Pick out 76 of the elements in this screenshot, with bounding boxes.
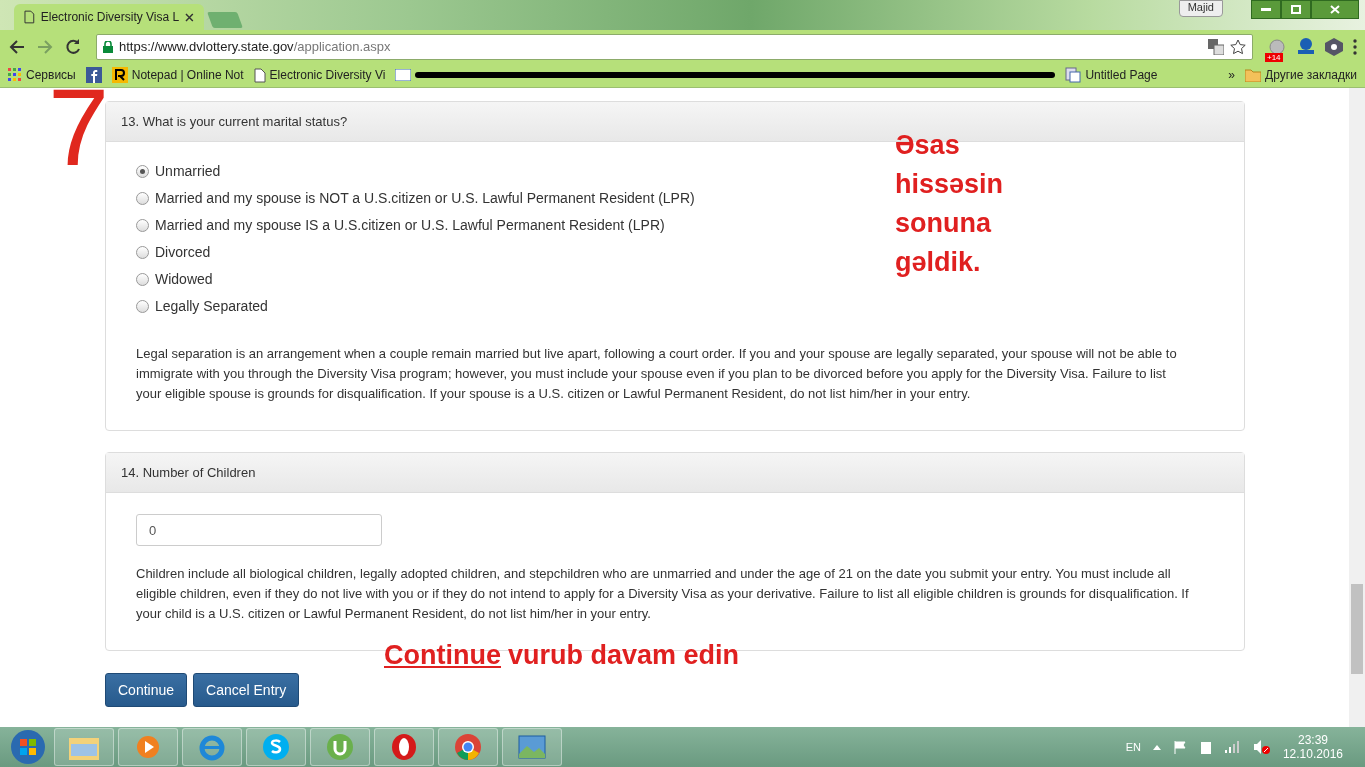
annotation-text: gəldik. — [895, 246, 982, 279]
taskbar-button[interactable] — [438, 728, 498, 766]
bookmark[interactable]: Untitled Page — [1065, 67, 1158, 83]
form-page-icon — [1065, 67, 1082, 83]
close-button[interactable] — [1311, 0, 1359, 19]
start-button[interactable] — [10, 729, 46, 765]
minimize-button[interactable] — [1251, 0, 1281, 19]
radio-button[interactable] — [136, 164, 149, 178]
media-player-icon — [135, 734, 161, 760]
menu-icon[interactable] — [1351, 37, 1359, 56]
opera-icon — [390, 733, 418, 761]
radio-button[interactable] — [136, 245, 149, 259]
folder-icon — [1245, 68, 1262, 82]
annotation-text: sonuna — [895, 207, 993, 240]
browser-tab[interactable]: Electronic Diversity Visa L — [14, 4, 204, 30]
globe-icon[interactable] — [1269, 38, 1285, 55]
option-label[interactable]: Married and my spouse IS a U.S.citizen or U.S. Lawful Permanent Resident (LPR) — [155, 217, 665, 233]
bookmark[interactable]: Notepad | Online Not — [111, 67, 244, 83]
help-text: Children include all biological children, legally adopted children, and stepchildren who are unmarried and under the age of 21 on the date you submit your entry. You must include all eligible children, even if they do not live with you or if they do not intend to apply for a Diversity Visa as your derivative. Failure to list all eligible children is grounds for disqualification. If your child is a U.S. citizen or Lawful Permanent Resident, do not list him/her in your entry. — [136, 565, 1190, 623]
taskbar-button[interactable] — [502, 728, 562, 766]
translate-icon[interactable] — [1208, 38, 1224, 55]
close-icon[interactable] — [185, 12, 194, 22]
torrent-icon — [326, 733, 354, 761]
option-label[interactable]: Widowed — [155, 271, 213, 287]
website-icon[interactable] — [395, 69, 412, 81]
scrollbar[interactable] — [1349, 88, 1365, 728]
minimize-icon — [1261, 7, 1271, 12]
taskbar-button[interactable] — [374, 728, 434, 766]
star-icon[interactable] — [1230, 38, 1246, 55]
question-title: 14. Number of Children — [106, 453, 1244, 493]
radio-button[interactable] — [136, 218, 149, 232]
signal-icon[interactable] — [1224, 741, 1241, 753]
lock-icon — [103, 40, 113, 53]
taskbar-button[interactable] — [310, 728, 370, 766]
maximize-icon — [1291, 5, 1301, 14]
radio-button[interactable] — [136, 272, 149, 286]
page-icon — [24, 10, 35, 24]
facebook-icon[interactable] — [85, 67, 102, 83]
clock-date: 12.10.2016 — [1282, 747, 1343, 761]
annotation-text: vurub davam edin — [508, 640, 740, 671]
taskbar-button[interactable] — [182, 728, 242, 766]
clock-time: 23:39 — [1297, 733, 1328, 747]
radio-button[interactable] — [136, 191, 149, 205]
photo-viewer-icon — [517, 734, 547, 760]
option-label[interactable]: Divorced — [155, 244, 211, 260]
option-label[interactable]: Legally Separated — [155, 298, 268, 314]
radio-button[interactable] — [136, 299, 149, 313]
skype-icon — [262, 733, 290, 761]
continue-button[interactable]: Continue — [105, 673, 188, 707]
other-bookmarks-folder[interactable]: Другие закладки — [1245, 68, 1357, 82]
page-icon — [253, 67, 266, 83]
more-bookmarks-button[interactable]: » — [1228, 68, 1236, 82]
children-count-field[interactable]: 0 — [136, 514, 382, 546]
notification-badge: +14 — [1265, 52, 1283, 62]
cancel-button[interactable]: Cancel Entry — [193, 673, 300, 707]
flag-icon[interactable] — [1172, 740, 1187, 754]
bookmark[interactable]: Electronic Diversity Vi — [253, 67, 386, 83]
taskbar-button[interactable] — [246, 728, 306, 766]
taskbar-button[interactable] — [118, 728, 178, 766]
bookmark[interactable]: Сервисы — [8, 68, 76, 82]
address-bar[interactable]: https://www.dvlottery.state.gov/application.aspx — [96, 33, 1253, 60]
profile-button[interactable]: Majid — [1178, 0, 1223, 17]
annotation-text: hissəsin — [895, 168, 1004, 201]
chrome-icon — [454, 733, 482, 761]
annotation-text: Continue — [384, 640, 501, 671]
option-label[interactable]: Unmarried — [155, 163, 221, 179]
maximize-button[interactable] — [1281, 0, 1311, 19]
option-label[interactable]: Married and my spouse is NOT a U.S.citizen or U.S. Lawful Permanent Resident (LPR) — [155, 190, 695, 206]
help-text: Legal separation is an arrangement when a couple remain married but live apart, following a court order. If you and your spouse are legally separated, your spouse will not be able to immigrate with you through the Diversity Visa program; however, you must include your spouse even if you plan to be divorced before you apply for the Diversity Visa. Failure to list your eligible spouse is grounds for disqualification. If your spouse is a U.S. citizen or Lawful Permanent Resident, do not list him/her in your entry. — [136, 345, 1178, 403]
new-tab-button[interactable] — [207, 12, 243, 28]
close-icon — [1330, 5, 1340, 14]
show-hidden-icons-icon[interactable] — [1152, 744, 1161, 750]
notepad-icon — [111, 67, 128, 83]
apps-icon — [8, 68, 22, 82]
muted-speaker-icon[interactable] — [1252, 739, 1271, 755]
browser-e-icon — [197, 733, 227, 761]
